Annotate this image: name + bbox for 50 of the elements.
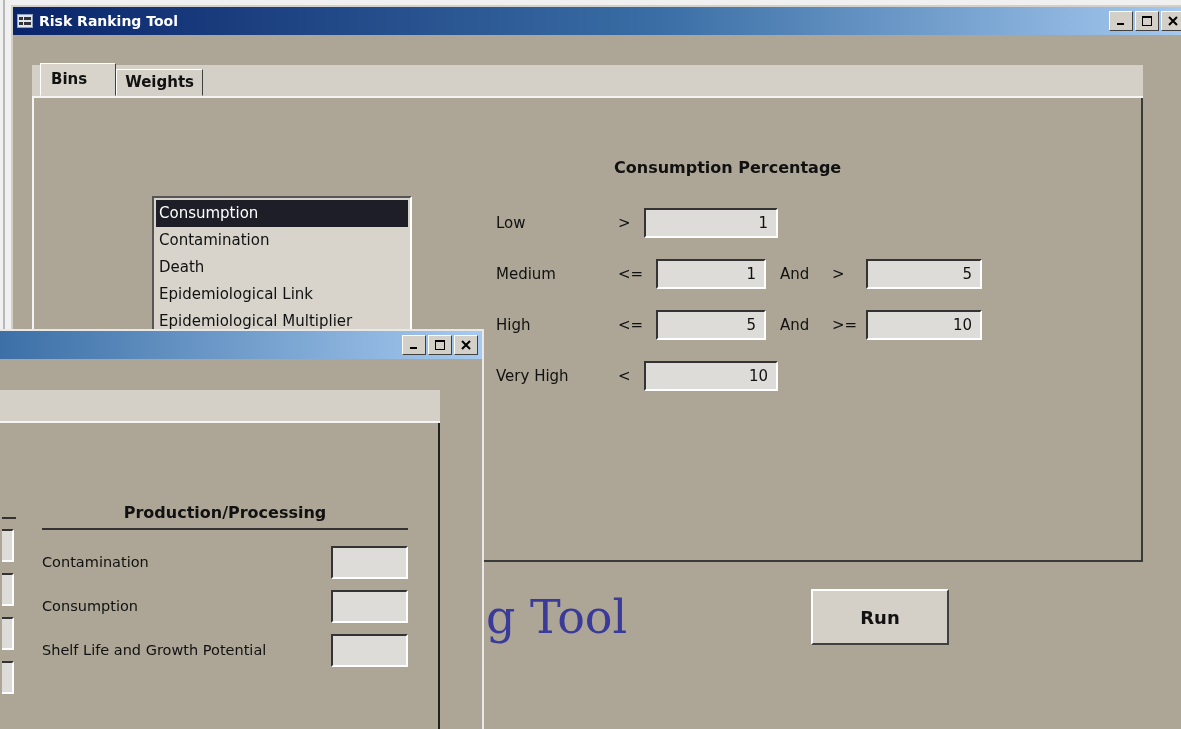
list-item[interactable]: Contamination [156,227,408,254]
field-label: Contamination [42,554,149,570]
window-title: Risk Ranking Tool [39,13,179,29]
text-field[interactable] [2,573,14,606]
bin-label: Medium [496,264,557,283]
text-field[interactable] [331,633,408,667]
joiner-label: And [779,264,811,283]
close-button[interactable] [454,335,478,355]
field-label: Consumption [42,598,139,614]
value-field[interactable]: 10 [866,309,982,340]
minimize-button[interactable] [1109,11,1133,31]
value-field[interactable]: 1 [656,258,766,289]
group-heading: Production/Processing [42,503,408,530]
maximize-icon [435,340,445,350]
bin-label: High [496,315,532,334]
operator: > [618,213,632,232]
maximize-button[interactable] [428,335,452,355]
minimize-button[interactable] [402,335,426,355]
text-field[interactable] [331,545,408,579]
run-button[interactable]: Run [811,589,949,645]
close-icon [461,340,471,350]
maximize-icon [1142,16,1152,26]
text-field[interactable] [331,589,408,623]
close-icon [1168,16,1178,26]
form-icon [17,14,33,28]
text-field[interactable] [2,617,14,650]
value-field[interactable]: 5 [656,309,766,340]
joiner-label: And [779,315,811,334]
list-item[interactable]: Death [156,254,408,281]
operator: < [618,366,632,385]
tab[interactable]: Bins [40,63,117,96]
maximize-button[interactable] [1135,11,1159,31]
close-button[interactable] [1161,11,1181,31]
list-item[interactable]: Epidemiological Link [156,281,408,308]
text-field[interactable] [2,529,14,562]
text-field[interactable] [2,661,14,694]
bin-label: Low [496,213,527,232]
field-label: Shelf Life and Growth Potential [42,642,267,658]
bin-label: Very High [496,366,570,385]
tab[interactable]: Weights [116,69,204,96]
form-heading: Consumption Percentage [614,158,843,177]
operator: <= [618,315,645,334]
value-field[interactable]: 5 [866,258,982,289]
banner-title: g Tool [486,590,628,644]
list-item[interactable]: Consumption [156,200,408,227]
operator: <= [618,264,645,283]
value-field[interactable]: 10 [644,360,778,391]
operator: >= [832,315,859,334]
operator: > [832,264,846,283]
value-field[interactable]: 1 [644,207,778,238]
